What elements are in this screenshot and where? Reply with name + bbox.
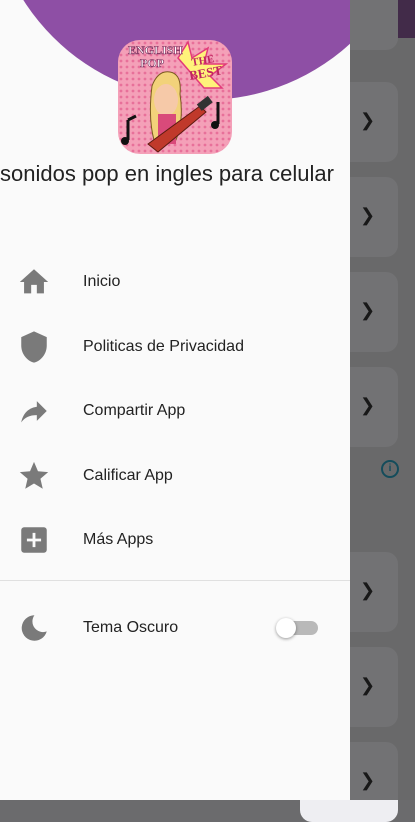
drawer-menu: Inicio Politicas de Privacidad Compartir… — [0, 250, 350, 573]
menu-item-inicio[interactable]: Inicio — [0, 250, 350, 315]
dark-theme-row[interactable]: Tema Oscuro — [0, 596, 350, 660]
menu-divider — [0, 580, 350, 581]
menu-item-label: Politicas de Privacidad — [83, 337, 244, 355]
moon-icon — [17, 611, 51, 645]
app-logo: ENGLISH POP THE BEST — [118, 40, 232, 154]
svg-text:POP: POP — [140, 56, 164, 70]
app-name: sonidos pop en ingles para celular — [0, 161, 334, 186]
menu-item-privacy-policy[interactable]: Politicas de Privacidad — [0, 315, 350, 380]
menu-item-rate-app[interactable]: Calificar App — [0, 444, 350, 509]
share-icon — [17, 394, 51, 428]
menu-item-more-apps[interactable]: Más Apps — [0, 508, 350, 573]
add-box-icon — [17, 523, 51, 557]
dark-theme-toggle[interactable] — [276, 618, 318, 638]
menu-item-share-app[interactable]: Compartir App — [0, 379, 350, 444]
toggle-thumb — [276, 618, 296, 638]
home-icon — [17, 265, 51, 299]
menu-item-label: Más Apps — [83, 531, 154, 549]
dark-theme-label: Tema Oscuro — [83, 619, 179, 636]
svg-text:ENGLISH: ENGLISH — [128, 43, 183, 57]
menu-item-label: Inicio — [83, 273, 121, 291]
navigation-drawer: ENGLISH POP THE BEST sonidos pop en ingl… — [0, 0, 350, 800]
star-icon — [17, 459, 51, 493]
shield-icon — [17, 330, 51, 364]
menu-item-label: Calificar App — [83, 466, 173, 484]
menu-item-label: Compartir App — [83, 402, 186, 420]
